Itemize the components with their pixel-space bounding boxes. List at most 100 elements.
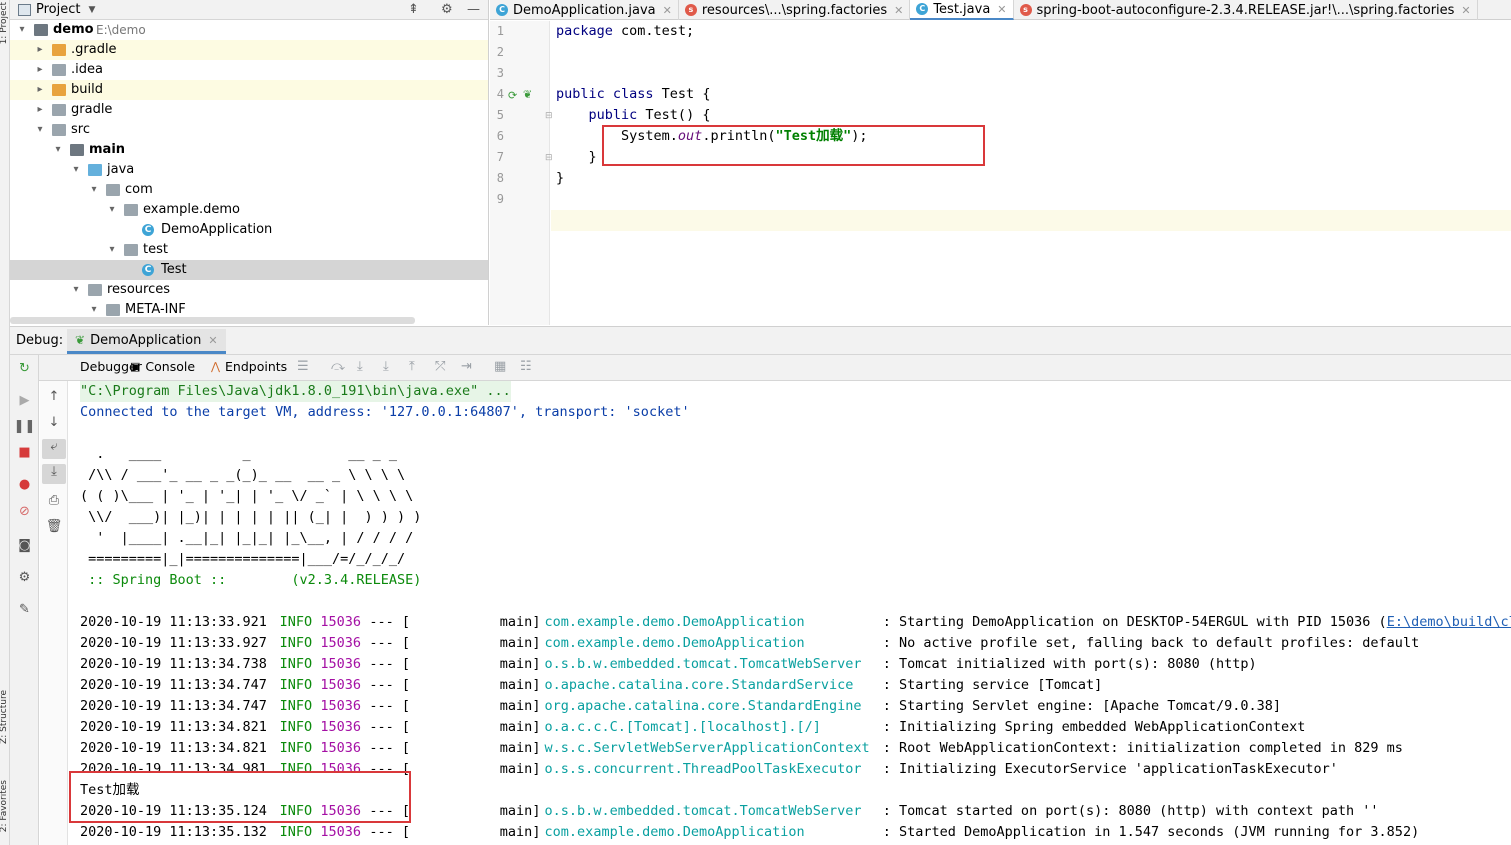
tree-item-label: main [89, 142, 126, 157]
force-step-into-icon[interactable]: ⤓ [383, 359, 389, 374]
code-line-4: public class Test { [556, 86, 711, 102]
view-breakpoints-icon[interactable]: ● [10, 477, 39, 492]
camera-icon[interactable]: ◙ [10, 538, 39, 553]
tree-item[interactable]: ▸ .gradle [10, 40, 488, 60]
tree-item[interactable]: ▾ main [10, 140, 488, 160]
log-thread: main [499, 677, 533, 693]
debug-tab-demoapplication[interactable]: ❦ DemoApplication ✕ [67, 329, 226, 354]
structure-tool-label[interactable]: Z: Structure [0, 690, 9, 744]
gear-icon[interactable]: ⚙ [441, 2, 453, 17]
pin-icon[interactable]: ✎ [10, 602, 39, 617]
project-tree: ▾ demo E:\demo ▸ .gradle ▸ .idea ▸ build ▸ gradle ▾… [10, 20, 488, 320]
tree-item[interactable]: ▾ src [10, 120, 488, 140]
favorites-tool-label[interactable]: 2: Favorites [0, 780, 9, 832]
code-area[interactable]: package com.test; public class Test { pu… [551, 21, 1511, 325]
chevron-right-icon[interactable]: ▸ [34, 40, 46, 60]
resume-icon[interactable]: ▶ [10, 393, 39, 408]
log-thread: main [499, 656, 533, 672]
log-line: 2020-10-19 11:13:34.821 INFO 15036 --- [mai… [80, 717, 1510, 738]
arrow-up-icon[interactable]: ↑ [40, 389, 68, 404]
tree-item-label: demo [53, 22, 94, 37]
log-logger: o.s.b.w.embedded.tomcat.TomcatWebServer [544, 656, 862, 672]
pause-icon[interactable]: ❚❚ [10, 419, 39, 434]
tree-item[interactable]: ▸ .idea [10, 60, 488, 80]
tab-endpoints[interactable]: ⋀ Endpoints [211, 359, 287, 374]
run-to-cursor-icon[interactable]: ⇥ [461, 359, 472, 374]
step-into-icon[interactable]: ⤓ [357, 359, 363, 374]
trash-icon[interactable]: 🗑 [40, 519, 68, 534]
tab-console[interactable]: ▣ Console [130, 359, 195, 374]
highlight-box-console [69, 771, 411, 823]
tree-item[interactable]: C Test [10, 260, 488, 280]
collapse-all-icon[interactable]: ⇞ [408, 2, 419, 17]
tree-item[interactable]: ▾ example.demo [10, 200, 488, 220]
line-number: 4 [496, 87, 504, 101]
log-thread: main [499, 740, 533, 756]
close-icon[interactable]: ✕ [894, 1, 903, 20]
editor-tab[interactable]: s resources\...\spring.factories ✕ [679, 0, 911, 20]
chevron-down-icon[interactable]: ▾ [16, 20, 28, 40]
log-message: : Tomcat initialized with port(s): 8080 … [882, 656, 1257, 672]
editor-tab[interactable]: C Test.java ✕ [910, 0, 1014, 20]
evaluate-icon[interactable]: ▦ [494, 359, 506, 374]
log-line: 2020-10-19 11:13:34.738 INFO 15036 --- [mai… [80, 654, 1510, 675]
java-class-icon: C [916, 3, 929, 15]
editor-tab-label: Test.java [933, 1, 991, 17]
rerun-icon[interactable]: ↻ [10, 361, 39, 376]
mute-breakpoints-icon[interactable]: ⊘ [10, 504, 39, 519]
close-icon[interactable]: ✕ [1461, 1, 1470, 20]
chevron-right-icon[interactable]: ▸ [34, 100, 46, 120]
chevron-right-icon[interactable]: ▸ [34, 80, 46, 100]
drop-frame-icon[interactable]: ⤱ [435, 359, 445, 374]
close-icon[interactable]: ✕ [208, 334, 217, 347]
chevron-down-icon[interactable]: ▾ [52, 140, 64, 160]
log-line: 2020-10-19 11:13:34.747 INFO 15036 --- [mai… [80, 675, 1510, 696]
log-thread: main [499, 614, 533, 630]
chevron-down-icon[interactable]: ▼ [88, 5, 95, 15]
editor-tab[interactable]: C DemoApplication.java ✕ [490, 0, 679, 20]
console-side-toolbar: ↑ ↓ ⤶ ⤓ ⎙ 🗑 [40, 381, 68, 845]
tree-item-label: DemoApplication [161, 222, 273, 237]
log-thread: main [499, 635, 533, 651]
editor-tab[interactable]: s spring-boot-autoconfigure-2.3.4.RELEASE… [1014, 0, 1478, 20]
tree-item-label: build [71, 82, 103, 97]
chevron-down-icon[interactable]: ▾ [88, 180, 100, 200]
spring-bean-icon[interactable]: ❦ [523, 88, 532, 101]
tree-item[interactable]: ▾ resources [10, 280, 488, 300]
chevron-down-icon[interactable]: ▾ [34, 120, 46, 140]
chevron-down-icon[interactable]: ▾ [106, 200, 118, 220]
scroll-to-end-icon[interactable]: ⤓ [42, 464, 66, 484]
log-path-link[interactable]: E:\demo\build\clas [1387, 614, 1511, 630]
log-message: : Started DemoApplication in 1.547 secon… [882, 824, 1420, 840]
folder-icon [88, 164, 102, 176]
tree-item[interactable]: ▸ build [10, 80, 488, 100]
step-out-icon[interactable]: ⤒ [409, 359, 415, 374]
tree-item[interactable]: C DemoApplication [10, 220, 488, 240]
tree-item[interactable]: ▸ gradle [10, 100, 488, 120]
menu-icon[interactable]: ☰ [297, 359, 309, 374]
stop-icon[interactable]: ■ [10, 445, 39, 460]
tree-item[interactable]: ▾ demo E:\demo [10, 20, 488, 40]
print-icon[interactable]: ⎙ [40, 493, 68, 508]
hide-icon[interactable]: — [467, 2, 480, 17]
run-gutter-icon[interactable]: ⟳ [508, 89, 517, 102]
step-over-icon[interactable]: ⤼ [331, 359, 345, 374]
project-view-title[interactable]: Project [36, 2, 80, 17]
code-line-1: package com.test; [556, 23, 695, 39]
soft-wrap-icon[interactable]: ⤶ [42, 439, 66, 459]
horizontal-scrollbar[interactable] [10, 317, 415, 324]
arrow-down-icon[interactable]: ↓ [40, 415, 68, 430]
chevron-down-icon[interactable]: ▾ [70, 160, 82, 180]
log-level: INFO [279, 635, 313, 651]
chevron-right-icon[interactable]: ▸ [34, 60, 46, 80]
chevron-down-icon[interactable]: ▾ [106, 240, 118, 260]
project-tool-label[interactable]: 1: Project [0, 2, 9, 44]
close-icon[interactable]: ✕ [663, 1, 672, 20]
close-icon[interactable]: ✕ [997, 0, 1006, 19]
tree-item[interactable]: ▾ test [10, 240, 488, 260]
tree-item[interactable]: ▾ com [10, 180, 488, 200]
trace-icon[interactable]: ☷ [520, 359, 532, 374]
settings-icon[interactable]: ⚙ [10, 570, 39, 585]
tree-item[interactable]: ▾ java [10, 160, 488, 180]
chevron-down-icon[interactable]: ▾ [70, 280, 82, 300]
